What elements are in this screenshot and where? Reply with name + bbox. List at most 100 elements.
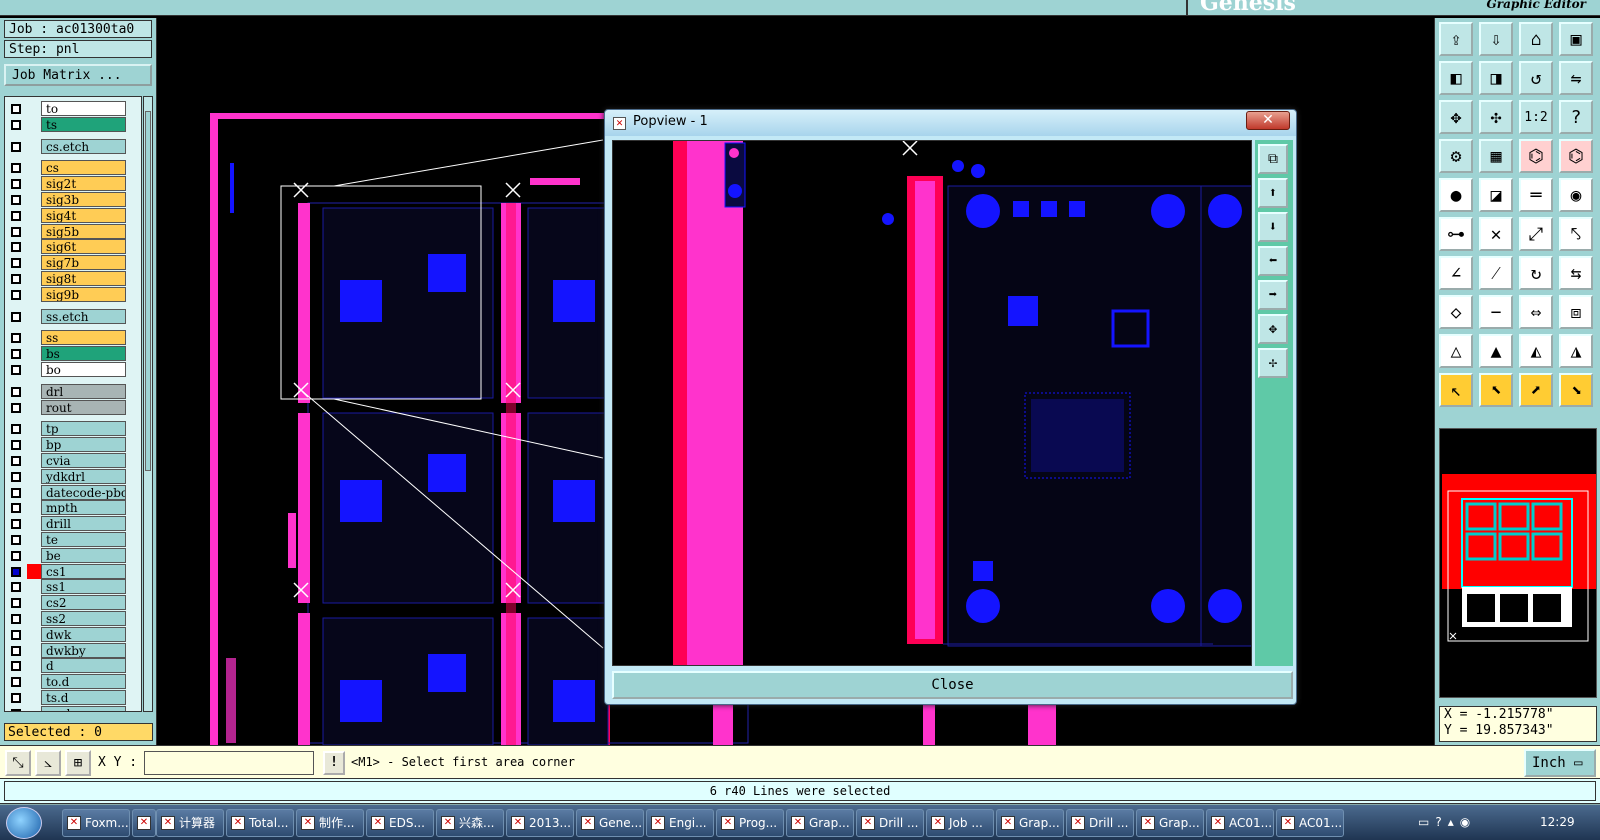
layer-checkbox[interactable] bbox=[11, 550, 21, 561]
pop-zoom-in-icon[interactable]: ✢ bbox=[1258, 348, 1288, 378]
file-save-icon[interactable]: ⇪ bbox=[1439, 22, 1473, 56]
layer-row[interactable]: tp bbox=[5, 421, 141, 437]
layer-row[interactable]: sig4t bbox=[5, 207, 141, 223]
settings-icon[interactable]: ⚙ bbox=[1439, 139, 1473, 173]
layer-row[interactable]: to.d bbox=[5, 674, 141, 690]
layer-checkbox[interactable] bbox=[11, 535, 21, 545]
layer-name[interactable]: sig2t bbox=[41, 176, 126, 192]
layer-name[interactable]: cs bbox=[41, 160, 126, 176]
pop-zoom-out-icon[interactable]: ✥ bbox=[1258, 314, 1288, 344]
taskbar-item[interactable]: ✕ AC01... bbox=[1206, 809, 1274, 837]
triangle-d-icon[interactable]: ◮ bbox=[1559, 334, 1593, 368]
layer-row[interactable]: ss.etch bbox=[5, 308, 141, 324]
layer-name[interactable]: dwk bbox=[41, 626, 126, 642]
layer-checkbox[interactable] bbox=[11, 258, 21, 269]
slash-icon[interactable]: ⁄ bbox=[1479, 256, 1513, 290]
layer-row[interactable]: ydkdrl bbox=[5, 468, 141, 484]
layer-checkbox[interactable] bbox=[11, 519, 21, 530]
layer-name[interactable]: ss.etch bbox=[41, 308, 126, 324]
system-tray[interactable]: ▭?▴◉ bbox=[1418, 815, 1476, 829]
minus-icon[interactable]: − bbox=[1479, 295, 1513, 329]
close-button[interactable]: Close bbox=[612, 671, 1293, 699]
taskbar-item[interactable]: ✕ Foxm... bbox=[62, 809, 130, 837]
layer-checkbox[interactable] bbox=[11, 598, 21, 609]
layer-row[interactable]: dwkby bbox=[5, 642, 141, 658]
grid-cells-icon[interactable]: ▦ bbox=[1479, 139, 1513, 173]
layer-name[interactable]: bs bbox=[41, 346, 126, 362]
layer-checkbox[interactable] bbox=[11, 693, 21, 703]
taskbar-item[interactable]: ✕ 计算器 bbox=[156, 809, 224, 837]
select-net-icon[interactable]: ⬊ bbox=[1559, 373, 1593, 407]
layer-name[interactable]: bp bbox=[41, 437, 126, 453]
fit-icon[interactable]: ✥ bbox=[1439, 100, 1473, 134]
taskbar-item[interactable]: ✕ 制作... bbox=[296, 809, 364, 837]
ring-icon[interactable]: ◉ bbox=[1559, 178, 1593, 212]
layer-name[interactable]: dwkby bbox=[41, 642, 126, 658]
redo-icon[interactable]: ⇋ bbox=[1559, 61, 1593, 95]
layer-name[interactable]: ydkdrl bbox=[41, 468, 126, 484]
layer-row[interactable]: be bbox=[5, 547, 141, 563]
layer-name[interactable]: cs2 bbox=[41, 595, 126, 611]
layer-checkbox[interactable] bbox=[11, 349, 21, 360]
job-matrix-button[interactable]: Job Matrix ... bbox=[4, 64, 152, 86]
layer-name[interactable]: ss bbox=[41, 330, 126, 346]
step-left-icon[interactable]: ◧ bbox=[1439, 61, 1473, 95]
layer-name[interactable]: sig8t bbox=[41, 271, 126, 286]
layer-checkbox[interactable] bbox=[11, 365, 21, 375]
pop-pan-left-icon[interactable]: ⬅ bbox=[1258, 246, 1288, 276]
layer-name[interactable]: bo bbox=[41, 362, 126, 377]
stretch-icon[interactable]: ⤣ bbox=[1559, 217, 1593, 251]
layer-row[interactable]: d bbox=[5, 658, 141, 674]
pop-pan-up-icon[interactable]: ⬆ bbox=[1258, 178, 1288, 208]
layer-checkbox[interactable] bbox=[11, 242, 21, 253]
start-button[interactable] bbox=[6, 807, 42, 839]
taskbar-item[interactable]: ✕ Job ... bbox=[926, 809, 994, 837]
layer-row[interactable]: cvia bbox=[5, 453, 141, 468]
taskbar-item[interactable]: ✕ Gene... bbox=[576, 809, 644, 837]
layer-row[interactable]: bs bbox=[5, 346, 141, 362]
layer-row[interactable]: ts.d bbox=[5, 690, 141, 705]
layer-checkbox[interactable] bbox=[11, 104, 21, 114]
layer-row[interactable]: ss1 bbox=[5, 579, 141, 595]
layer-row[interactable]: datecode-pbo bbox=[5, 484, 141, 500]
pop-pan-down-icon[interactable]: ⬇ bbox=[1258, 212, 1288, 242]
alert-icon[interactable]: ! bbox=[323, 751, 345, 775]
xy-input[interactable] bbox=[144, 751, 314, 775]
layer-row[interactable]: rout bbox=[5, 399, 141, 415]
resize-icon[interactable]: ⇔ bbox=[1519, 295, 1553, 329]
net-check-icon[interactable]: ⌬ bbox=[1559, 139, 1593, 173]
layer-name[interactable]: cvia bbox=[41, 453, 126, 468]
layer-checkbox[interactable] bbox=[11, 456, 21, 466]
layer-name[interactable]: mpth bbox=[41, 500, 126, 516]
file-load-icon[interactable]: ⇩ bbox=[1479, 22, 1513, 56]
layer-name[interactable]: sig7b bbox=[41, 255, 126, 271]
taskbar-item[interactable]: ✕ Grap... bbox=[1136, 809, 1204, 837]
window-icon[interactable]: ▣ bbox=[1559, 22, 1593, 56]
layer-name[interactable]: rout bbox=[41, 399, 126, 415]
layer-name[interactable]: cs.etch bbox=[41, 138, 126, 154]
layer-name[interactable]: ts bbox=[41, 116, 126, 132]
layer-row[interactable]: cs1 bbox=[5, 563, 141, 579]
layer-name[interactable]: sig6t bbox=[41, 239, 126, 255]
layer-row[interactable]: to bbox=[5, 101, 141, 116]
layer-row[interactable]: sig8t bbox=[5, 271, 141, 286]
popview-canvas[interactable] bbox=[612, 140, 1252, 666]
layer-row[interactable]: ts bbox=[5, 116, 141, 132]
layer-name[interactable]: to bbox=[41, 101, 126, 116]
taskbar-item[interactable]: ✕ Grap... bbox=[786, 809, 854, 837]
layer-name[interactable]: sig4t bbox=[41, 207, 126, 223]
triangle-a-icon[interactable]: △ bbox=[1439, 334, 1473, 368]
taskbar-item[interactable]: ✕ 2013... bbox=[506, 809, 574, 837]
layer-checkbox[interactable] bbox=[11, 566, 21, 577]
taskbar-item[interactable]: ✕ Prog... bbox=[716, 809, 784, 837]
layer-name[interactable]: tp bbox=[41, 421, 126, 437]
layer-row[interactable]: te bbox=[5, 532, 141, 547]
taskbar-item[interactable]: ✕ EDS... bbox=[366, 809, 434, 837]
layer-row[interactable]: sig7b bbox=[5, 255, 141, 271]
layer-name[interactable]: drl bbox=[41, 383, 126, 399]
layer-row[interactable]: mpth bbox=[5, 500, 141, 516]
scale-icon[interactable]: 1:2 bbox=[1519, 100, 1553, 134]
layer-row[interactable]: cs.d bbox=[5, 705, 141, 711]
taskbar-item[interactable]: ✕ 兴森... bbox=[436, 809, 504, 837]
layer-name[interactable]: d bbox=[41, 658, 126, 674]
